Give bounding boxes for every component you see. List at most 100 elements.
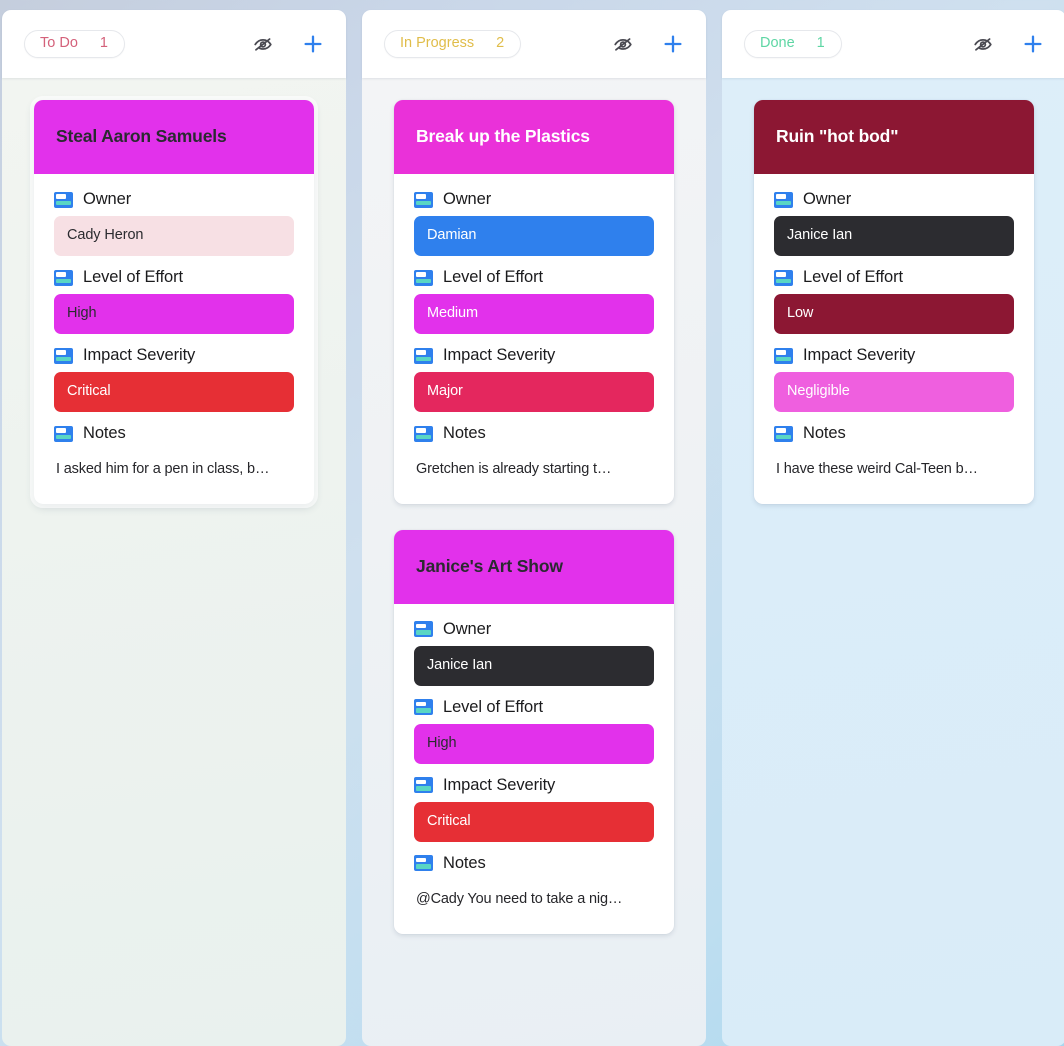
field-label-row: Impact Severity	[774, 346, 1014, 365]
single-select-field-icon	[774, 347, 793, 364]
card-field-level-of-effort: Level of Effort Low	[774, 268, 1014, 334]
card-field-owner: Owner Janice Ian	[774, 190, 1014, 256]
status-count: 2	[496, 34, 505, 51]
card-field-level-of-effort: Level of Effort Medium	[414, 268, 654, 334]
field-label: Notes	[443, 853, 486, 872]
status-label: To Do	[40, 34, 78, 51]
single-select-field-icon	[774, 269, 793, 286]
single-select-field-icon	[54, 425, 73, 442]
notes-value[interactable]: @Cady You need to take a nig…	[414, 880, 654, 909]
kanban-column-done: Done 1 Ruin "hot bod" Owner Janice Ian Level …	[722, 10, 1064, 1046]
card-field-level-of-effort: Level of Effort High	[414, 698, 654, 764]
column-header: In Progress 2	[362, 10, 706, 78]
field-label-row: Owner	[414, 620, 654, 639]
single-select-field-icon	[414, 191, 433, 208]
status-count: 1	[99, 34, 108, 51]
single-select-field-icon	[414, 855, 433, 872]
status-pill[interactable]: To Do 1	[24, 29, 125, 59]
eye-off-icon[interactable]	[610, 31, 636, 57]
field-label: Level of Effort	[443, 697, 544, 716]
plus-icon[interactable]	[1020, 31, 1046, 57]
field-value-chip[interactable]: Critical	[54, 372, 294, 412]
card-title: Janice's Art Show	[394, 529, 674, 604]
field-label: Owner	[803, 190, 852, 208]
field-label: Owner	[83, 190, 132, 208]
plus-icon[interactable]	[300, 31, 326, 57]
card-fields: Owner Cady Heron Level of Effort High Impact…	[34, 174, 314, 504]
field-label: Impact Severity	[803, 346, 916, 364]
field-label: Impact Severity	[83, 346, 196, 364]
eye-off-icon[interactable]	[970, 31, 996, 57]
field-label-row: Notes	[414, 854, 654, 873]
field-label-row: Level of Effort	[54, 268, 294, 287]
kanban-column-in-progress: In Progress 2 Break up the Plastics Owner Da…	[362, 10, 706, 1046]
card-field-impact-severity: Impact Severity Major	[414, 346, 654, 412]
card-fields: Owner Janice Ian Level of Effort Low Impact …	[754, 174, 1034, 504]
field-label-row: Impact Severity	[414, 346, 654, 365]
column-header: Done 1	[722, 10, 1064, 78]
status-label: Done	[760, 34, 795, 51]
field-value-chip[interactable]: High	[54, 294, 294, 334]
card-field-owner: Owner Cady Heron	[54, 190, 294, 256]
field-value-chip[interactable]: Janice Ian	[774, 216, 1014, 256]
field-label-row: Owner	[774, 190, 1014, 209]
field-label-row: Notes	[414, 424, 654, 443]
field-value-chip[interactable]: Critical	[414, 801, 654, 842]
field-label-row: Impact Severity	[414, 776, 654, 795]
notes-value[interactable]: Gretchen is already starting t…	[414, 450, 654, 479]
single-select-field-icon	[414, 425, 433, 442]
field-value-chip[interactable]: Damian	[414, 216, 654, 256]
column-header-actions	[970, 31, 1046, 57]
field-label: Notes	[803, 424, 846, 442]
field-label: Level of Effort	[83, 268, 184, 286]
plus-icon[interactable]	[660, 31, 686, 57]
card-field-owner: Owner Damian	[414, 190, 654, 256]
field-value-chip[interactable]: Major	[414, 372, 654, 412]
field-value-chip[interactable]: Cady Heron	[54, 216, 294, 256]
field-label-row: Owner	[54, 190, 294, 209]
field-label: Impact Severity	[443, 775, 556, 794]
field-value-chip[interactable]: High	[414, 723, 654, 764]
eye-off-icon[interactable]	[250, 31, 276, 57]
field-label-row: Notes	[54, 424, 294, 443]
single-select-field-icon	[54, 269, 73, 286]
status-pill[interactable]: In Progress 2	[384, 29, 522, 59]
kanban-card[interactable]: Ruin "hot bod" Owner Janice Ian Level of Ef…	[754, 100, 1034, 504]
single-select-field-icon	[414, 347, 433, 364]
column-card-list: Steal Aaron Samuels Owner Cady Heron Level …	[2, 78, 346, 1046]
field-value-chip[interactable]: Janice Ian	[414, 645, 654, 686]
kanban-column-to-do: To Do 1 Steal Aaron Samuels Owner Cady Heron…	[2, 10, 346, 1046]
single-select-field-icon	[54, 191, 73, 208]
field-value-chip[interactable]: Medium	[414, 294, 654, 334]
field-label: Owner	[443, 190, 492, 208]
card-field-owner: Owner Janice Ian	[414, 620, 654, 686]
field-label: Owner	[443, 619, 492, 638]
single-select-field-icon	[774, 191, 793, 208]
card-title: Steal Aaron Samuels	[34, 100, 314, 174]
kanban-board: To Do 1 Steal Aaron Samuels Owner Cady Heron…	[0, 0, 1064, 1046]
field-label-row: Level of Effort	[414, 698, 654, 717]
card-field-notes: Notes @Cady You need to take a nig…	[414, 854, 654, 909]
field-label: Level of Effort	[443, 268, 544, 286]
field-label: Notes	[443, 424, 486, 442]
field-label-row: Impact Severity	[54, 346, 294, 365]
card-title: Break up the Plastics	[394, 100, 674, 174]
status-pill[interactable]: Done 1	[744, 29, 842, 59]
field-value-chip[interactable]: Low	[774, 294, 1014, 334]
kanban-card[interactable]: Break up the Plastics Owner Damian Level of…	[394, 100, 674, 504]
kanban-card[interactable]: Steal Aaron Samuels Owner Cady Heron Level …	[30, 96, 318, 508]
column-card-list: Ruin "hot bod" Owner Janice Ian Level of Ef…	[722, 78, 1064, 1046]
field-label-row: Level of Effort	[414, 268, 654, 287]
kanban-card[interactable]: Janice's Art Show Owner Janice Ian Level of…	[394, 529, 674, 934]
single-select-field-icon	[54, 347, 73, 364]
card-fields: Owner Janice Ian Level of Effort High Impact…	[394, 604, 674, 934]
card-field-level-of-effort: Level of Effort High	[54, 268, 294, 334]
status-label: In Progress	[400, 34, 475, 51]
card-field-notes: Notes Gretchen is already starting t…	[414, 424, 654, 479]
notes-value[interactable]: I have these weird Cal-Teen b…	[774, 450, 1014, 479]
single-select-field-icon	[774, 425, 793, 442]
notes-value[interactable]: I asked him for a pen in class, b…	[54, 450, 294, 479]
field-label: Level of Effort	[803, 268, 904, 286]
field-value-chip[interactable]: Negligible	[774, 372, 1014, 412]
card-field-impact-severity: Impact Severity Critical	[54, 346, 294, 412]
